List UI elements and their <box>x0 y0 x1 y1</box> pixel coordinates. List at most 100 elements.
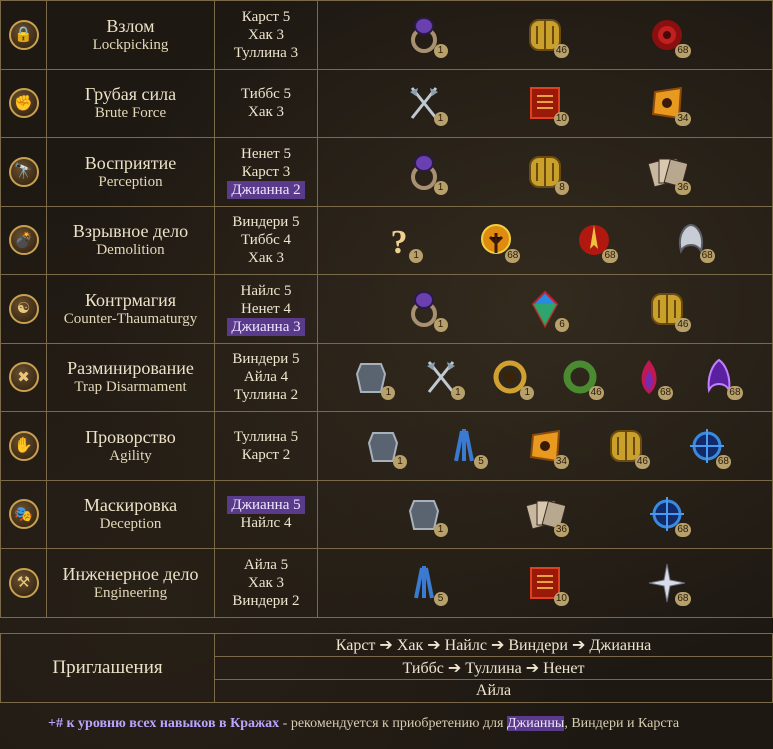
items-cell: 1 36 68 <box>317 480 773 548</box>
invitations-row: Приглашения Карст ➔ Хак ➔ Найлс ➔ Виндер… <box>0 633 773 703</box>
item[interactable]: 68 <box>697 354 743 401</box>
skill-icon-cell: 🔒 <box>0 1 46 69</box>
item[interactable]: 36 <box>645 149 691 195</box>
crew-cell: Карст 5 Хак 3 Туллина 3 <box>214 1 317 69</box>
item-level-badge: 68 <box>715 454 731 469</box>
item[interactable]: 46 <box>604 423 650 469</box>
skill-name-en: Brute Force <box>94 105 167 122</box>
item[interactable]: 1 <box>488 354 535 401</box>
item-level-badge: 1 <box>450 386 465 401</box>
item[interactable]: 68 <box>685 423 731 469</box>
item-level-badge: 6 <box>555 317 569 332</box>
skill-name-cell: Взлом Lockpicking <box>46 1 214 69</box>
footnote-highlight: Джианны <box>506 716 565 731</box>
item[interactable]: 68 <box>645 560 691 606</box>
skill-row: ✋ Проворство Agility Туллина 5 Карст 2 1 5 34 46… <box>0 412 773 481</box>
skill-name-ru: Инженерное дело <box>62 563 199 584</box>
item[interactable]: 5 <box>442 423 488 469</box>
item[interactable]: 8 <box>523 149 569 195</box>
item[interactable]: 1 <box>402 149 448 195</box>
item[interactable]: 34 <box>523 423 569 469</box>
crew-cell: Виндери 5 Айла 4 Туллина 2 <box>214 343 317 411</box>
item[interactable]: 1 <box>349 354 396 401</box>
item[interactable]: ? 1 <box>377 217 424 264</box>
items-cell: 1 6 46 <box>317 275 773 343</box>
item[interactable]: 68 <box>627 354 674 401</box>
item[interactable]: 1 <box>361 423 407 469</box>
item[interactable]: 1 <box>402 80 448 127</box>
skill-name-en: Demolition <box>96 242 165 259</box>
item[interactable]: 68 <box>474 217 521 264</box>
item-level-badge: 8 <box>555 180 569 195</box>
item-level-badge: 1 <box>433 317 448 332</box>
skill-row: ⚒ Инженерное дело Engineering Айла 5 Хак 3 Ви… <box>0 549 773 618</box>
skill-name-ru: Проворство <box>85 426 176 447</box>
item[interactable]: 46 <box>523 12 569 58</box>
crew-member-level: Ненет 4 <box>241 300 291 317</box>
skill-row: ☯ Контрмагия Counter-Thaumaturgy Найлс 5 Нен… <box>0 275 773 344</box>
skill-row: ✖ Разминирование Trap Disarmament Виндери 5… <box>0 343 773 412</box>
lock-icon: 🔒 <box>8 19 39 50</box>
item[interactable]: 36 <box>523 491 569 538</box>
item-level-badge: 1 <box>409 249 424 264</box>
skill-name-en: Trap Disarmament <box>74 379 187 396</box>
item[interactable]: 1 <box>402 286 448 332</box>
item[interactable]: 68 <box>572 217 618 264</box>
skill-icon-cell: ✖ <box>0 343 46 411</box>
items-cell: 1 46 68 <box>317 1 773 69</box>
svg-text:?: ? <box>391 224 408 261</box>
items-cell: ? 1 68 68 68 <box>317 206 773 274</box>
item[interactable]: 46 <box>645 286 691 332</box>
item-level-badge: 68 <box>675 523 691 538</box>
item[interactable]: 68 <box>645 12 691 58</box>
invitations-label: Приглашения <box>0 634 214 702</box>
item[interactable]: 68 <box>645 491 691 538</box>
item-level-badge: 46 <box>553 43 569 58</box>
crew-member-level: Найлс 4 <box>240 515 292 532</box>
skill-icon-cell: ☯ <box>0 275 46 343</box>
skill-icon-cell: ⚒ <box>0 549 46 617</box>
item-level-badge: 46 <box>588 386 604 401</box>
skill-icon-cell: 🔭 <box>0 138 46 206</box>
invitation-chains: Карст ➔ Хак ➔ Найлс ➔ Виндери ➔ Джианна … <box>214 634 773 702</box>
trap-icon: ✖ <box>8 362 39 393</box>
skill-icon-cell: ✊ <box>0 69 46 137</box>
crew-member-level: Хак 3 <box>247 574 285 591</box>
hand-icon: ✋ <box>8 430 39 461</box>
crew-member-level: Туллина 2 <box>233 387 299 404</box>
item-level-badge: 68 <box>657 386 674 401</box>
item-level-badge: 46 <box>634 454 650 469</box>
crew-member-level: Виндери 5 <box>232 214 300 231</box>
item[interactable]: 6 <box>523 286 569 332</box>
skill-row: 🎭 Маскировка Deception Джианна 5 Найлс 4 1 36 6… <box>0 480 773 549</box>
item[interactable]: 1 <box>402 12 448 58</box>
item[interactable]: 34 <box>645 80 691 127</box>
skill-name-ru: Взлом <box>106 15 155 36</box>
item[interactable]: 46 <box>558 354 604 401</box>
crew-member-level: Джианна 5 <box>227 496 305 515</box>
item-level-badge: 1 <box>433 43 448 58</box>
skill-name-cell: Восприятие Perception <box>46 138 214 206</box>
item[interactable]: 5 <box>402 560 448 606</box>
crew-member-level: Туллина 5 <box>233 428 299 445</box>
footnote-accent: +# к уровню всех навыков в Кражах <box>48 716 280 731</box>
items-cell: 1 10 34 <box>317 69 773 137</box>
crew-member-level: Джианна 3 <box>227 317 305 336</box>
invitation-chain: Айла <box>214 680 772 702</box>
skill-name-ru: Грубая сила <box>84 84 177 105</box>
crew-cell: Туллина 5 Карст 2 <box>214 412 317 480</box>
skill-row: ✊ Грубая сила Brute Force Тиббс 5 Хак 3 1 10 34 <box>0 69 773 138</box>
item[interactable]: 10 <box>523 560 569 606</box>
item-level-badge: 34 <box>675 112 691 127</box>
item[interactable]: 10 <box>523 80 569 127</box>
crew-member-level: Найлс 5 <box>240 282 292 299</box>
skill-icon-cell: 🎭 <box>0 480 46 548</box>
invitation-chain: Карст ➔ Хак ➔ Найлс ➔ Виндери ➔ Джианна <box>214 634 772 657</box>
item[interactable]: 1 <box>402 491 448 538</box>
item-level-badge: 5 <box>433 591 448 606</box>
item[interactable]: 68 <box>669 217 715 264</box>
skill-name-cell: Грубая сила Brute Force <box>46 69 214 137</box>
item[interactable]: 1 <box>419 354 465 401</box>
items-cell: 5 10 68 <box>317 549 773 617</box>
skill-name-en: Deception <box>99 516 162 533</box>
